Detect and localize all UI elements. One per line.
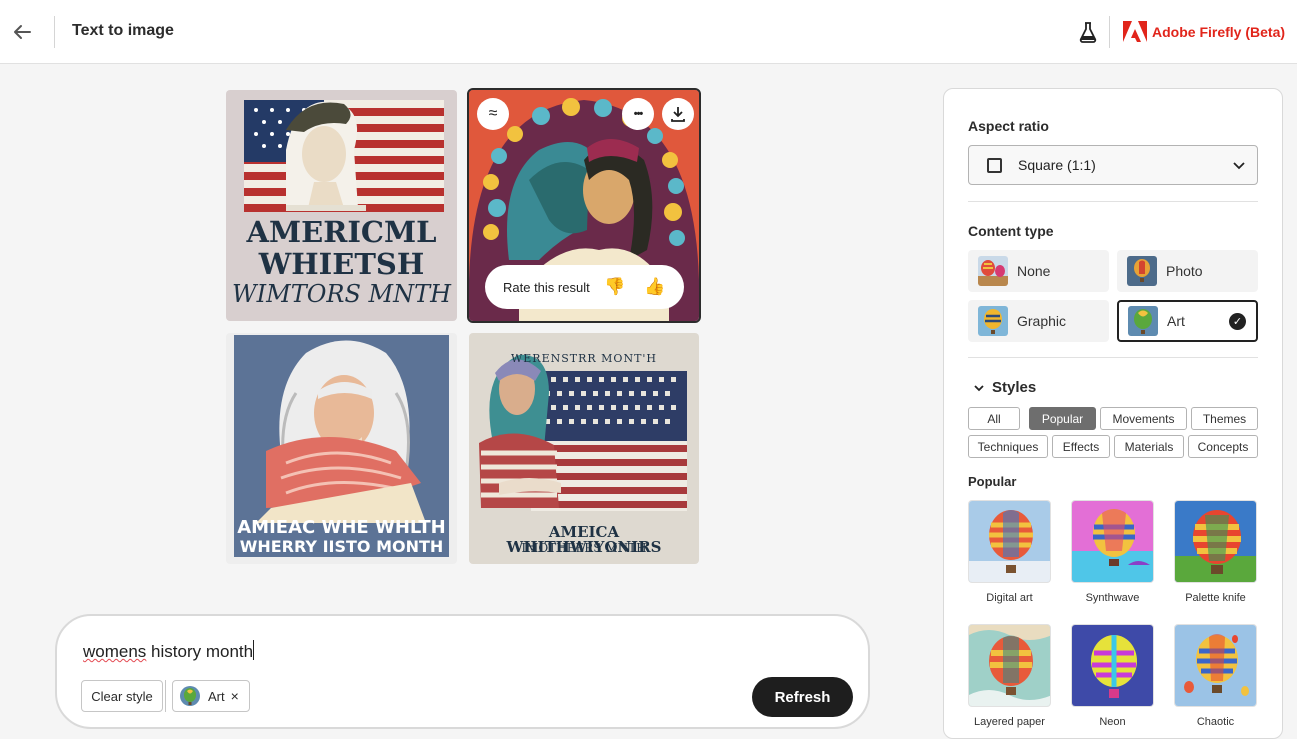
style-digital-art[interactable]: Digital art [968, 500, 1051, 604]
style-tag-concepts[interactable]: Concepts [1188, 435, 1258, 458]
divider [165, 680, 166, 712]
style-thumbnail [1071, 624, 1154, 707]
settings-panel: Aspect ratio Square (1:1) Content type N… [943, 88, 1283, 739]
style-tag-effects[interactable]: Effects [1052, 435, 1110, 458]
style-tag-techniques[interactable]: Techniques [968, 435, 1048, 458]
download-button[interactable] [662, 98, 694, 130]
content-type-label: None [1017, 263, 1051, 279]
popular-heading: Popular [968, 474, 1017, 489]
generated-image-1[interactable]: AMERICML WHIETSH WIMTORS MNTH [226, 90, 457, 321]
content-type-none[interactable]: None [968, 250, 1109, 292]
style-tag-materials[interactable]: Materials [1114, 435, 1184, 458]
top-bar: Text to image Adobe Firefly (Beta) [0, 0, 1297, 64]
style-label: Neon [1099, 716, 1126, 728]
content-type-label: Photo [1166, 263, 1203, 279]
image-caption: WHIETSH [258, 247, 425, 281]
balloon-thumbnail-icon [978, 306, 1008, 336]
style-chip-art: Art × [172, 680, 250, 712]
style-tag-themes[interactable]: Themes [1191, 407, 1258, 430]
style-thumbnail [1174, 624, 1257, 707]
style-tag-movements[interactable]: Movements [1100, 407, 1187, 430]
image-caption: WIMTORS MNTH [231, 280, 452, 308]
style-neon[interactable]: Neon [1071, 624, 1154, 728]
style-layered-paper[interactable]: Layered paper [968, 624, 1051, 728]
style-palette-knife[interactable]: Palette knife [1174, 500, 1257, 604]
chevron-down-icon [1233, 162, 1245, 170]
image-caption: AMIEAC WHE WHLTH [237, 517, 446, 538]
content-type-photo[interactable]: Photo [1117, 250, 1258, 292]
content-type-art[interactable]: Art ✓ [1117, 300, 1258, 342]
image-caption: IMOTHEERS MNTH [521, 541, 647, 555]
style-thumbnail [1174, 500, 1257, 583]
image-caption: WHERRY IISTO MONTH [239, 537, 444, 556]
styles-section-toggle[interactable]: Styles [974, 379, 1036, 396]
style-thumbnail [968, 624, 1051, 707]
rate-result-bar: Rate this result 👎 👍 [485, 265, 684, 309]
style-label: Layered paper [974, 716, 1045, 728]
back-arrow-icon[interactable] [10, 20, 34, 44]
style-thumbnail [968, 500, 1051, 583]
style-chip-label: Art [208, 688, 225, 704]
prompt-text: history month [146, 642, 254, 661]
balloon-thumbnail-icon [1128, 306, 1158, 336]
content-type-label: Graphic [1017, 313, 1067, 329]
chevron-down-icon [974, 384, 984, 391]
aspect-ratio-value: Square (1:1) [1018, 157, 1096, 173]
style-synthwave[interactable]: Synthwave [1071, 500, 1154, 604]
text-caret [253, 640, 255, 660]
style-label: Palette knife [1185, 592, 1246, 604]
aspect-ratio-dropdown[interactable]: Square (1:1) [968, 145, 1258, 185]
image-caption: AMERICML [246, 215, 437, 249]
balloon-thumbnail-icon [180, 686, 200, 706]
prompt-box: womens history month Clear style Art × R… [55, 614, 870, 729]
balloon-thumbnail-icon [978, 256, 1008, 286]
thumbs-up-icon[interactable]: 👍 [644, 277, 665, 297]
checkmark-icon: ✓ [1229, 313, 1246, 330]
divider [1109, 16, 1110, 48]
style-label: Digital art [986, 592, 1033, 604]
aspect-ratio-heading: Aspect ratio [968, 118, 1049, 134]
style-tag-all[interactable]: All [968, 407, 1020, 430]
generate-similar-button[interactable]: ≈ [477, 98, 509, 130]
generated-image-2[interactable]: ≈ ••• Rate this result 👎 👍 [467, 88, 701, 323]
style-label: Chaotic [1196, 716, 1235, 728]
clear-style-button[interactable]: Clear style [81, 680, 163, 712]
flask-icon[interactable] [1078, 21, 1098, 43]
generated-image-4[interactable]: WERENSTRR MONT'H AMEICA WHITHWIYONIRS IM… [469, 333, 699, 564]
page-title: Text to image [72, 22, 174, 39]
divider [54, 16, 55, 48]
generated-image-3[interactable]: AMIEAC WHE WHLTH WHERRY IISTO MONTH [226, 333, 457, 564]
content-type-label: Art [1167, 313, 1185, 329]
content-type-heading: Content type [968, 223, 1054, 239]
image-caption: WERENSTRR MONT'H [510, 352, 658, 365]
brand-name[interactable]: Adobe Firefly (Beta) [1152, 24, 1285, 40]
thumbs-down-icon[interactable]: 👎 [604, 277, 625, 297]
remove-chip-icon[interactable]: × [231, 688, 239, 704]
rate-result-label: Rate this result [503, 279, 590, 295]
prompt-misspelled-word: womens [83, 642, 147, 661]
style-tag-popular[interactable]: Popular [1029, 407, 1096, 430]
prompt-input[interactable]: womens history month [83, 640, 255, 662]
style-label: Synthwave [1085, 592, 1140, 604]
balloon-thumbnail-icon [1127, 256, 1157, 286]
content-type-graphic[interactable]: Graphic [968, 300, 1109, 342]
download-icon [671, 107, 685, 122]
divider [968, 357, 1258, 358]
adobe-logo-icon [1123, 21, 1147, 43]
style-thumbnail [1071, 500, 1154, 583]
refresh-button[interactable]: Refresh [752, 677, 853, 717]
divider [968, 201, 1258, 202]
style-chaotic[interactable]: Chaotic [1174, 624, 1257, 728]
more-options-button[interactable]: ••• [622, 98, 654, 130]
ellipsis-icon: ••• [633, 108, 644, 120]
styles-heading: Styles [992, 379, 1037, 396]
similar-icon: ≈ [488, 105, 498, 122]
square-icon [987, 157, 1002, 173]
